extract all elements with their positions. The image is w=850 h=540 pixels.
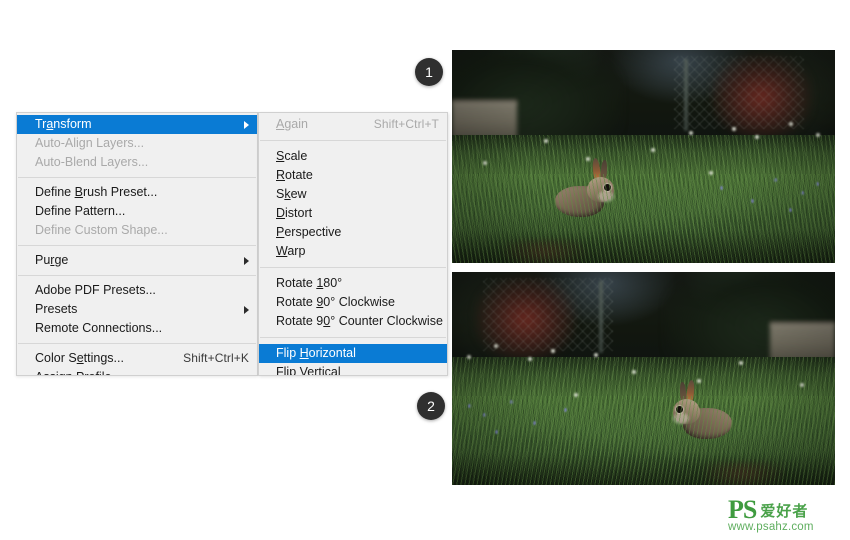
menu-item-rotate-90-clockwise[interactable]: Rotate 90° Clockwise <box>259 293 447 312</box>
menu-item-label: Define Pattern... <box>35 204 126 218</box>
menu-item-define-brush-preset[interactable]: Define Brush Preset... <box>17 183 257 202</box>
menu-item-label: Again <box>276 117 308 131</box>
menu-separator <box>18 177 256 178</box>
menu-separator <box>260 140 446 141</box>
menu-item-label: Transform <box>35 117 92 131</box>
photo-after <box>452 272 835 485</box>
menu-item-label: Adobe PDF Presets... <box>35 283 156 297</box>
menu-separator <box>260 337 446 338</box>
menu-item-rotate-180[interactable]: Rotate 180° <box>259 274 447 293</box>
menu-item-distort[interactable]: Distort <box>259 204 447 223</box>
menu-item-label: Auto-Blend Layers... <box>35 155 149 169</box>
menu-item-label: Rotate <box>276 168 313 182</box>
foreground-grass <box>452 173 835 263</box>
step-badge-2: 2 <box>417 392 445 420</box>
watermark-brand-row: PS 爱好者 <box>728 495 840 524</box>
step-badge-1: 1 <box>415 58 443 86</box>
menu-item-label: Flip Vertical <box>276 365 341 376</box>
menu-item-auto-align-layers[interactable]: Auto-Align Layers... <box>17 134 257 153</box>
menu-item-label: Presets <box>35 302 78 316</box>
chevron-right-icon <box>244 305 249 314</box>
menu-item-label: Scale <box>276 149 308 163</box>
foreground-grass <box>452 395 835 485</box>
menu-item-label: Define Brush Preset... <box>35 185 158 199</box>
chevron-right-icon <box>244 120 249 129</box>
menu-item-flip-vertical[interactable]: Flip Vertical <box>259 363 447 376</box>
menu-item-perspective[interactable]: Perspective <box>259 223 447 242</box>
menu-item-label: Distort <box>276 206 313 220</box>
menu-item-rotate-90-counter-clockwise[interactable]: Rotate 90° Counter Clockwise <box>259 312 447 331</box>
photo-before <box>452 50 835 263</box>
menu-item-label: Color Settings... <box>35 351 124 365</box>
watermark-url: www.psahz.com <box>728 521 814 533</box>
menu-item-label: Rotate 180° <box>276 276 343 290</box>
photo-scene <box>452 50 835 263</box>
menu-item-transform[interactable]: Transform <box>17 115 257 134</box>
menu-separator <box>18 343 256 344</box>
menu-item-flip-horizontal[interactable]: Flip Horizontal <box>259 344 447 363</box>
menu-item-label: Assign Profile... <box>35 368 122 375</box>
menu-item-rotate[interactable]: Rotate <box>259 166 447 185</box>
menu-item-label: Rotate 90° Counter Clockwise <box>276 314 443 328</box>
menu-item-label: Skew <box>276 187 307 201</box>
menu-item-label: Rotate 90° Clockwise <box>276 295 395 309</box>
menu-item-presets[interactable]: Presets <box>17 300 257 319</box>
menu-item-again[interactable]: Again Shift+Ctrl+T <box>259 115 447 134</box>
menu-separator <box>18 245 256 246</box>
menu-item-scale[interactable]: Scale <box>259 147 447 166</box>
watermark: PS 爱好者 www.psahz.com <box>728 495 840 536</box>
menu-separator <box>260 267 446 268</box>
menu-item-label: Define Custom Shape... <box>35 223 168 237</box>
watermark-brand: PS <box>728 495 757 524</box>
menu-item-auto-blend-layers[interactable]: Auto-Blend Layers... <box>17 153 257 172</box>
menu-item-label: Perspective <box>276 225 342 239</box>
menu-separator <box>18 275 256 276</box>
menu-item-remote-connections[interactable]: Remote Connections... <box>17 319 257 338</box>
menu-item-warp[interactable]: Warp <box>259 242 447 261</box>
menu-item-define-pattern[interactable]: Define Pattern... <box>17 202 257 221</box>
menu-item-label: Flip Horizontal <box>276 346 356 360</box>
menu-item-label: Remote Connections... <box>35 321 163 335</box>
menu-item-shortcut: Shift+Ctrl+K <box>183 351 249 365</box>
menu-item-purge[interactable]: Purge <box>17 251 257 270</box>
menu-item-label: Warp <box>276 244 306 258</box>
menu-item-label: Purge <box>35 253 69 267</box>
menu-item-adobe-pdf-presets[interactable]: Adobe PDF Presets... <box>17 281 257 300</box>
menu-item-color-settings[interactable]: Color Settings... Shift+Ctrl+K <box>17 349 257 368</box>
menu-item-shortcut: Shift+Ctrl+T <box>373 117 439 131</box>
chevron-right-icon <box>244 256 249 265</box>
menu-item-label: Auto-Align Layers... <box>35 136 145 150</box>
edit-menu[interactable]: Transform Auto-Align Layers... Auto-Blen… <box>16 112 258 376</box>
watermark-brand-cn: 爱好者 <box>760 502 809 520</box>
photo-scene-flipped <box>452 272 835 485</box>
menu-item-assign-profile[interactable]: Assign Profile... <box>17 368 257 375</box>
menu-item-define-custom-shape[interactable]: Define Custom Shape... <box>17 221 257 240</box>
transform-submenu[interactable]: Again Shift+Ctrl+T Scale Rotate Skew Dis… <box>258 112 448 376</box>
menu-item-skew[interactable]: Skew <box>259 185 447 204</box>
